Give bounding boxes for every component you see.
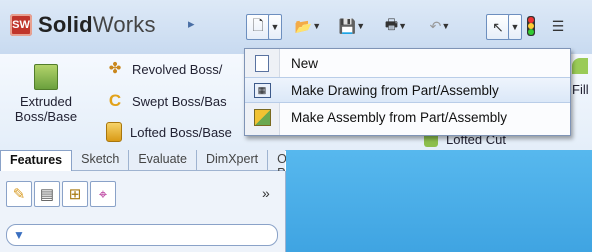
extrude-icon — [34, 64, 58, 90]
filter-icon: ▼ — [13, 228, 25, 242]
app-brand[interactable]: SW SolidWorks — [10, 8, 156, 42]
property-manager-tab[interactable]: ▤ — [34, 181, 60, 207]
menu-item-make-drawing[interactable]: ▦ Make Drawing from Part/Assembly — [245, 77, 570, 103]
make-drawing-icon: ▦ — [253, 81, 271, 99]
tab-sketch[interactable]: Sketch — [72, 150, 130, 170]
open-button[interactable]: 📂 ▼ — [288, 14, 328, 38]
flyout-arrow-icon[interactable]: ▸ — [188, 16, 198, 36]
extruded-boss-base-button[interactable]: Extruded Boss/Base — [10, 64, 82, 124]
revolve-icon: ✤ — [108, 60, 122, 77]
print-button[interactable]: 🖶 ▼ — [376, 14, 416, 38]
menu-item-make-assembly-label: Make Assembly from Part/Assembly — [291, 109, 508, 125]
cursor-icon: ↖ — [492, 18, 504, 35]
options-button[interactable]: ☰ — [548, 14, 568, 38]
menu-item-new-label: New — [291, 55, 319, 71]
tab-evaluate[interactable]: Evaluate — [129, 150, 197, 170]
sweep-icon: C — [108, 91, 122, 110]
undo-button[interactable]: ↶ ▼ — [420, 14, 460, 38]
feature-manager-panel: ✎ ▤ ⊞ ⌖ » ▼ — [0, 171, 286, 252]
tab-dimxpert[interactable]: DimXpert — [197, 150, 269, 170]
swept-boss-base-button[interactable]: C Swept Boss/Bas — [106, 92, 227, 110]
new-document-button[interactable]: 🗋 — [246, 14, 270, 40]
traffic-light-icon — [527, 16, 535, 36]
dimxpert-manager-tab[interactable]: ⌖ — [90, 181, 116, 207]
crosshair-icon: ⌖ — [98, 185, 108, 203]
options-icon: ☰ — [551, 17, 565, 34]
chevron-down-icon: ▼ — [270, 22, 280, 32]
print-icon: 🖶 — [384, 16, 399, 32]
menu-item-make-assembly[interactable]: Make Assembly from Part/Assembly — [245, 105, 570, 129]
extruded-boss-base-label: Extruded Boss/Base — [14, 94, 78, 124]
graphics-area[interactable] — [286, 150, 592, 252]
command-manager-tabs: Features Sketch Evaluate DimXpert Office… — [0, 150, 337, 180]
open-folder-icon: 📂 — [294, 17, 313, 34]
new-document-icon: 🗋 — [252, 17, 264, 33]
swept-boss-base-label: Swept Boss/Bas — [132, 93, 227, 109]
fillet-button[interactable]: Fill — [572, 58, 592, 97]
chevron-down-icon: ▼ — [312, 21, 322, 31]
feature-filter-input[interactable]: ▼ — [6, 224, 278, 246]
fillet-label: Fill — [572, 82, 589, 97]
chevron-down-icon: ▼ — [441, 21, 451, 31]
select-dropdown-button[interactable]: ▼ — [508, 14, 522, 40]
make-assembly-icon — [253, 108, 271, 126]
lofted-boss-base-button[interactable]: Lofted Boss/Base — [106, 122, 232, 142]
title-bar: SW SolidWorks ▸ 🗋 ▼ 📂 ▼ 💾 ▼ 🖶 ▼ ↶ ▼ ↖ ▼ ☰ — [0, 0, 592, 55]
feature-tree-icon: ✎ — [12, 186, 26, 203]
app-name: SolidWorks — [38, 12, 156, 37]
save-icon: 💾 — [338, 17, 357, 34]
select-button[interactable]: ↖ — [486, 14, 510, 40]
new-document-icon — [253, 54, 271, 72]
rebuild-button[interactable] — [524, 14, 538, 38]
solidworks-logo-icon: SW — [10, 14, 32, 36]
tab-features[interactable]: Features — [0, 150, 73, 172]
revolved-boss-base-label: Revolved Boss/ — [132, 61, 223, 77]
save-button[interactable]: 💾 ▼ — [332, 14, 372, 38]
menu-item-make-drawing-label: Make Drawing from Part/Assembly — [291, 82, 499, 98]
lofted-boss-base-label: Lofted Boss/Base — [130, 124, 232, 140]
chevron-down-icon: ▼ — [356, 21, 366, 31]
configuration-icon: ⊞ — [68, 186, 82, 203]
loft-icon — [106, 122, 122, 142]
configuration-manager-tab[interactable]: ⊞ — [62, 181, 88, 207]
chevron-down-icon: ▼ — [398, 21, 408, 31]
feature-manager-tab[interactable]: ✎ — [6, 181, 32, 207]
new-dropdown-menu: New ▦ Make Drawing from Part/Assembly Ma… — [244, 48, 571, 136]
new-dropdown-button[interactable]: ▼ — [268, 14, 282, 40]
revolved-boss-base-button[interactable]: ✤ Revolved Boss/ — [106, 60, 223, 78]
chevron-down-icon: ▼ — [510, 22, 520, 32]
property-manager-icon: ▤ — [39, 186, 55, 203]
more-tabs-icon[interactable]: » — [262, 185, 270, 201]
fillet-icon — [572, 58, 588, 74]
menu-item-new[interactable]: New — [245, 51, 570, 75]
undo-icon: ↶ — [429, 17, 442, 34]
